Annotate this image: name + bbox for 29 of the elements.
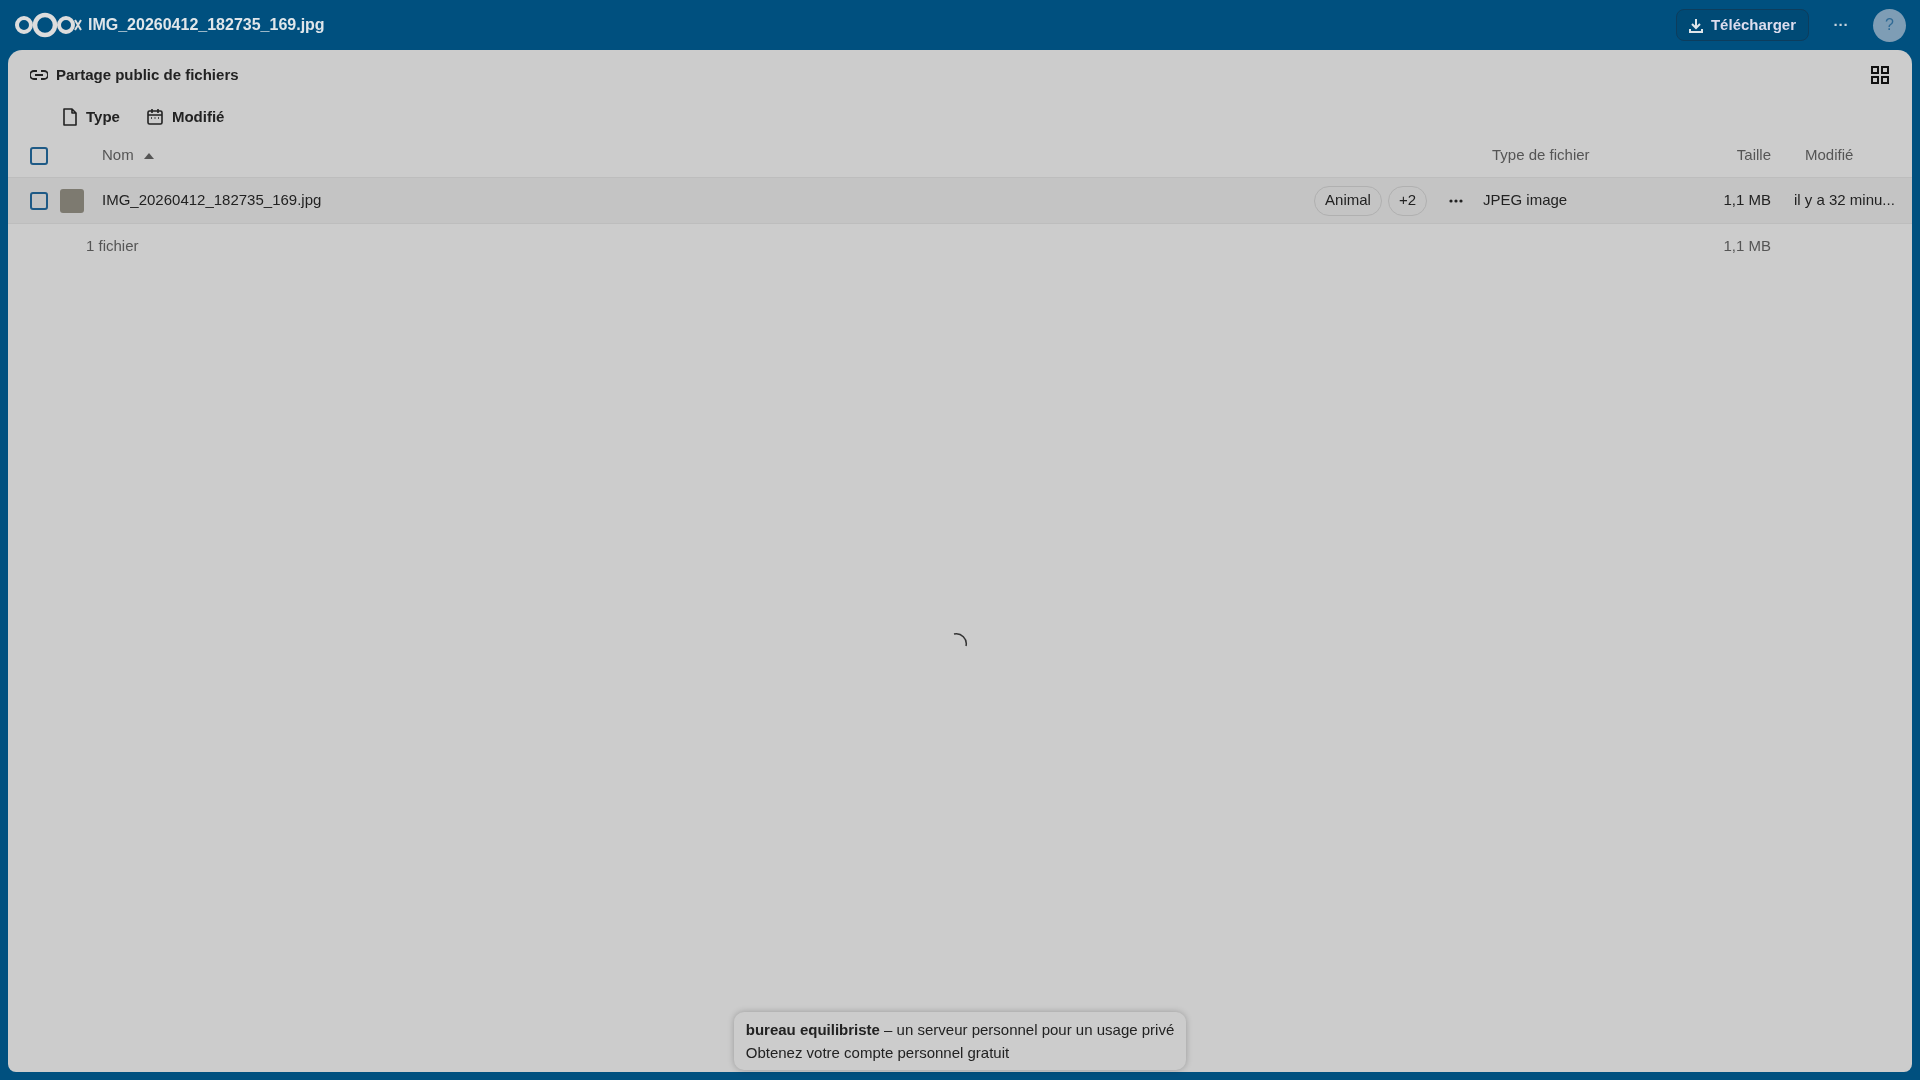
filter-button[interactable]: Type: [62, 105, 120, 129]
file-count: 1 fichier: [85, 235, 140, 256]
grid-view-icon[interactable]: [1870, 65, 1890, 85]
modified-date: il y a 32 minu...: [1794, 191, 1895, 209]
loading-spinner-icon: [952, 632, 968, 648]
column-header[interactable]: Modifié: [1805, 144, 1854, 167]
column-header[interactable]: Type de fichier: [1492, 144, 1590, 167]
file-icon: [62, 108, 78, 126]
more-button[interactable]: ···: [1823, 7, 1859, 43]
more-icon: [1449, 198, 1463, 203]
total-size: 1,1 MB: [1723, 236, 1771, 254]
file-type: JPEG image: [1483, 190, 1569, 211]
file-size: 1,1 MB: [1723, 191, 1771, 209]
window-title: IMG_20260412_182735_169.jpg: [88, 15, 325, 35]
calendar-icon: [145, 108, 164, 126]
footer-text: bureau equilibriste – un serveur personnel pour un usage privé: [745, 1020, 1175, 1040]
checkbox[interactable]: [30, 191, 48, 210]
column-header[interactable]: Taille: [1736, 144, 1771, 167]
page-title: Partage public de fichiers: [56, 64, 239, 85]
download-icon: [1688, 17, 1703, 33]
checkbox[interactable]: [30, 146, 48, 165]
filter-button[interactable]: Modifié: [145, 105, 225, 129]
photo-thumbnail: [60, 188, 84, 213]
download-button[interactable]: Télécharger: [1675, 9, 1809, 41]
logo-icon[interactable]: [14, 11, 82, 39]
signup-link[interactable]: Obtenez votre compte personnel gratuit: [745, 1044, 1010, 1061]
column-header[interactable]: Nom: [102, 144, 154, 167]
file-name[interactable]: IMG_20260412_182735_169.jpg: [102, 189, 1315, 212]
link-icon: [30, 70, 48, 80]
